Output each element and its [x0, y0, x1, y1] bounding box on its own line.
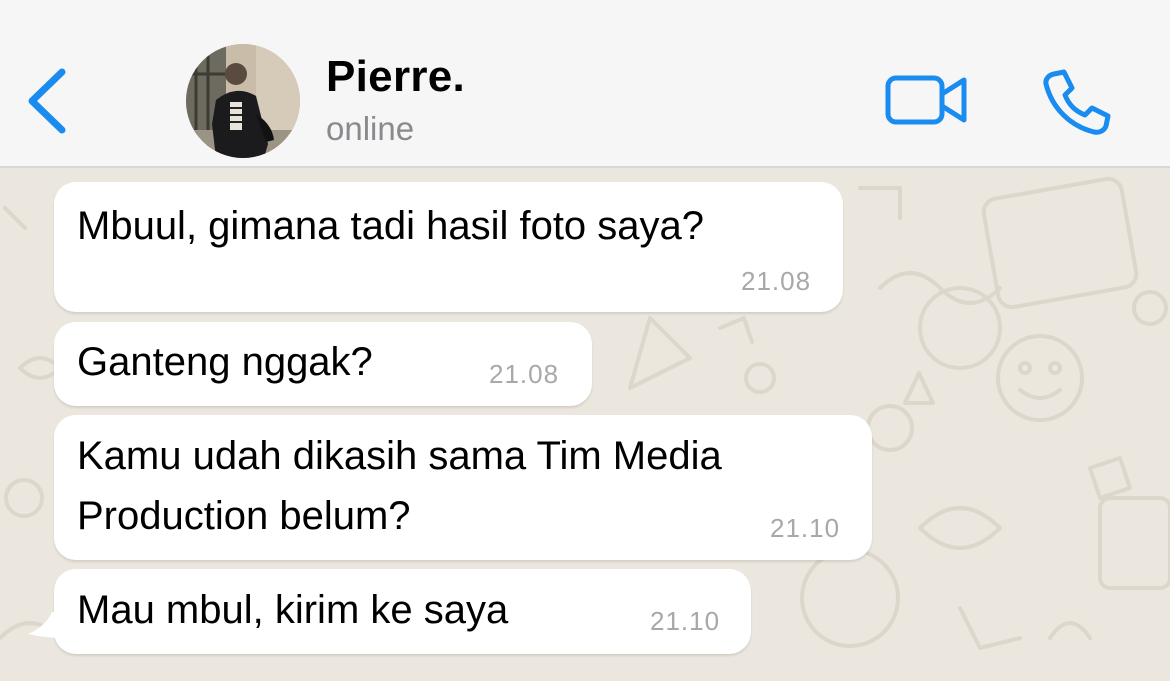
message-text: Kamu udah dikasih sama Tim Media [77, 434, 722, 478]
video-call-button[interactable] [884, 70, 970, 130]
message-bubble[interactable]: Ganteng nggak? 21.08 [54, 322, 592, 406]
message-text: Ganteng nggak? [77, 340, 373, 384]
message-bubble[interactable]: Mau mbul, kirim ke saya 21.10 [54, 569, 751, 654]
message-text: Mau mbul, kirim ke saya [77, 588, 509, 632]
contact-name[interactable]: Pierre. [326, 52, 465, 102]
message-timestamp: 21.08 [489, 359, 560, 389]
message-timestamp: 21.10 [770, 513, 841, 543]
message-timestamp: 21.08 [741, 266, 812, 296]
chat-header: Pierre. online [0, 0, 1170, 168]
message-timestamp: 21.10 [650, 606, 721, 636]
bubble-tail [28, 612, 62, 638]
message-list[interactable]: Mbuul, gimana tadi hasil foto saya? 21.0… [0, 168, 1170, 681]
phone-icon [1043, 69, 1111, 135]
avatar-photo [186, 44, 300, 158]
chevron-left-icon [28, 68, 66, 134]
video-camera-icon [885, 75, 967, 125]
contact-status: online [326, 110, 415, 147]
voice-call-button[interactable] [1040, 66, 1112, 138]
message-bubble[interactable]: Mbuul, gimana tadi hasil foto saya? 21.0… [54, 182, 843, 312]
back-button[interactable] [22, 66, 72, 136]
message-text: Production belum? [77, 494, 411, 538]
message-bubble[interactable]: Kamu udah dikasih sama Tim Media Product… [54, 415, 872, 560]
message-text: Mbuul, gimana tadi hasil foto saya? [77, 204, 705, 248]
avatar[interactable] [186, 44, 300, 158]
